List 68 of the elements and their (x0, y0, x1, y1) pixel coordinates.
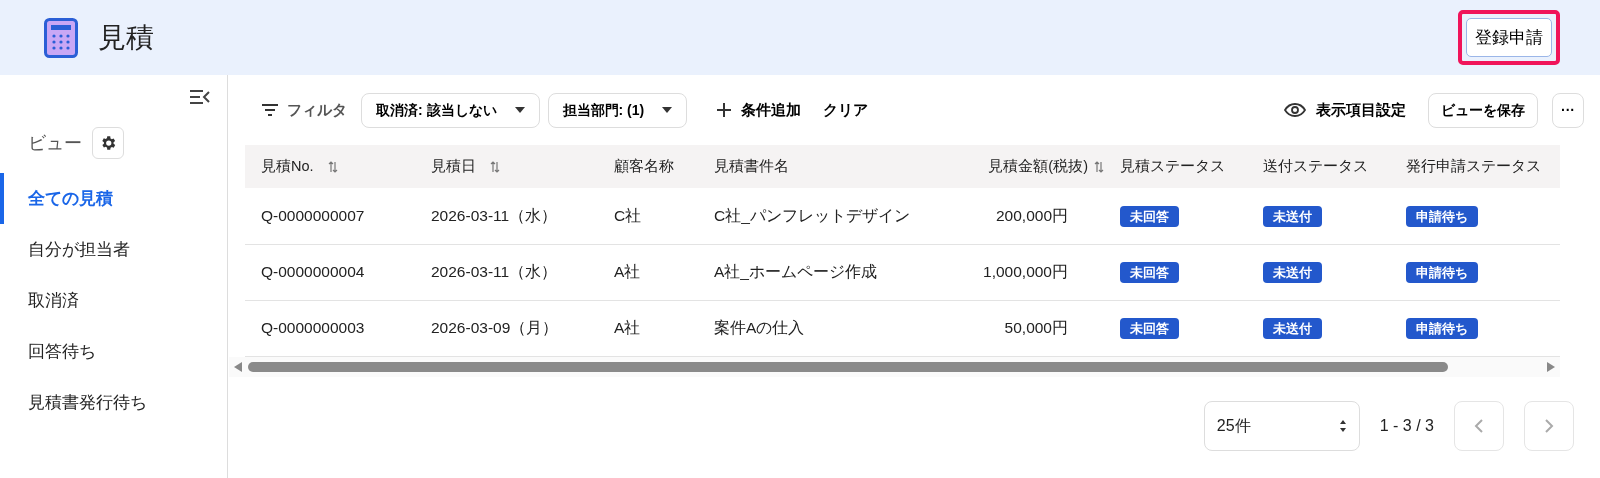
table-cell: 50,000円 (907, 300, 1104, 356)
clear-button[interactable]: クリア (823, 98, 869, 122)
column-header: 見積書件名 (698, 145, 907, 188)
table-cell: 案件Aの仕入 (698, 300, 907, 356)
column-header: 発行申請ステータス (1390, 145, 1560, 188)
table-cell: C社 (598, 188, 698, 244)
page-size-value: 25件 (1216, 415, 1251, 436)
status-badge: 未送付 (1263, 262, 1322, 284)
horizontal-scrollbar[interactable] (229, 356, 1560, 377)
status-badge: 申請待ち (1406, 206, 1478, 228)
column-header: 見積No. (245, 145, 415, 188)
filter-dropdown[interactable]: 取消済: 該当しない (361, 92, 540, 128)
table-cell: 1,000,000円 (907, 244, 1104, 300)
table-cell: 2026-03-11（水） (415, 244, 598, 300)
view-settings-button[interactable] (92, 127, 124, 159)
table-cell: Q-0000000007 (245, 188, 415, 244)
sidebar-item[interactable]: 回答待ち (0, 326, 227, 377)
calculator-icon (44, 17, 78, 58)
status-badge: 未回答 (1120, 206, 1179, 228)
sort-icon[interactable] (327, 160, 338, 173)
filter-label: フィルタ (287, 99, 347, 120)
table-cell: Q-0000000004 (245, 244, 415, 300)
page-size-select[interactable]: 25件 (1203, 400, 1360, 451)
collapse-sidebar-icon[interactable] (189, 89, 211, 105)
column-header: 顧客名称 (598, 145, 698, 188)
view-label: ビュー (28, 131, 82, 155)
eye-icon (1284, 103, 1306, 117)
caret-icon (662, 107, 673, 113)
status-badge: 申請待ち (1406, 318, 1478, 340)
scrollbar-thumb[interactable] (248, 361, 1448, 372)
sort-icon[interactable] (490, 160, 500, 173)
column-header: 見積金額(税抜) (907, 145, 1104, 188)
sidebar-item[interactable]: 全ての見積 (0, 173, 227, 224)
filter-dropdown[interactable]: 担当部門: (1) (547, 92, 688, 128)
add-condition-button[interactable]: 条件追加 (717, 98, 802, 122)
status-badge: 未送付 (1263, 206, 1322, 228)
column-header: 送付ステータス (1247, 145, 1390, 188)
sidebar-item[interactable]: 取消済 (0, 275, 227, 326)
display-settings-button[interactable]: 表示項目設定 (1284, 98, 1406, 122)
register-request-button[interactable]: 登録申請 (1466, 17, 1552, 58)
chevron-right-icon (1544, 417, 1554, 434)
scroll-left-icon[interactable] (234, 361, 242, 372)
chevron-left-icon (1474, 417, 1484, 434)
filter-icon (261, 104, 279, 116)
page-range: 1 - 3 / 3 (1379, 415, 1434, 436)
sidebar-item[interactable]: 見積書発行待ち (0, 377, 227, 428)
column-header: 見積日 (415, 145, 598, 188)
status-badge: 申請待ち (1406, 262, 1478, 284)
sort-icon[interactable] (1094, 160, 1104, 173)
table-cell: Q-0000000003 (245, 300, 415, 356)
table-cell: A社_ホームページ作成 (698, 244, 907, 300)
spinner-arrows-icon (1338, 418, 1347, 433)
scroll-right-icon[interactable] (1547, 361, 1555, 372)
plus-icon (717, 103, 732, 117)
table-cell: 2026-03-09（月） (415, 300, 598, 356)
save-view-button[interactable]: ビューを保存 (1428, 92, 1538, 128)
table-cell: A社 (598, 300, 698, 356)
column-header: 見積ステータス (1104, 145, 1247, 188)
table-cell: A社 (598, 244, 698, 300)
table-cell: 2026-03-11（水） (415, 188, 598, 244)
table-cell: C社_パンフレットデザイン (698, 188, 907, 244)
more-button[interactable]: ··· (1552, 92, 1584, 128)
status-badge: 未回答 (1120, 318, 1179, 340)
status-badge: 未送付 (1263, 318, 1322, 340)
sidebar-item[interactable]: 自分が担当者 (0, 224, 227, 275)
page-title: 見積 (98, 20, 154, 55)
caret-icon (514, 107, 525, 113)
status-badge: 未回答 (1120, 262, 1179, 284)
